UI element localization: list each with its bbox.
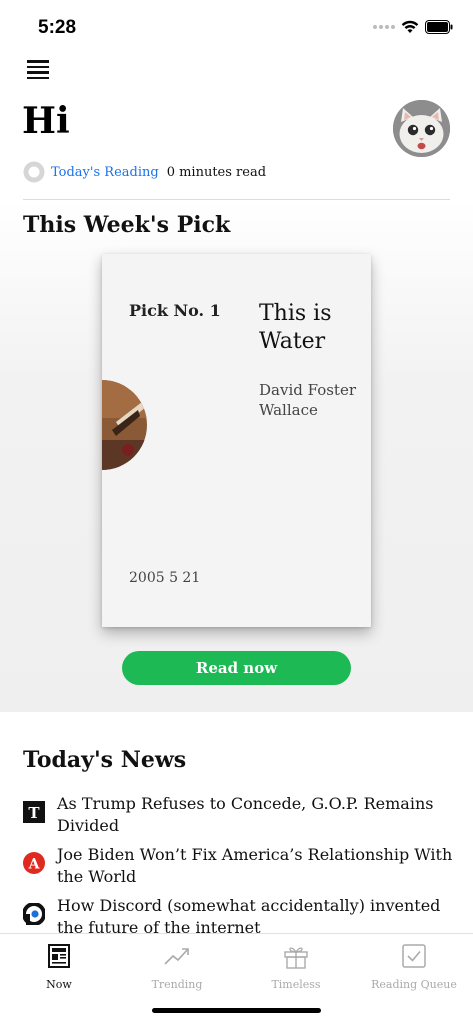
gift-icon xyxy=(284,947,308,969)
nyt-logo-icon: T xyxy=(23,801,45,823)
weekly-pick-title: This Week's Pick xyxy=(23,212,231,238)
avatar[interactable] xyxy=(393,100,450,157)
todays-reading-link[interactable]: Today's Reading xyxy=(51,165,159,180)
atlantic-logo-icon: A xyxy=(23,852,45,874)
wifi-icon xyxy=(401,20,419,33)
reading-progress-ring-icon xyxy=(23,161,45,183)
svg-text:T: T xyxy=(28,804,40,822)
status-time: 5:28 xyxy=(38,17,77,38)
news-item[interactable]: T As Trump Refuses to Concede, G.O.P. Re… xyxy=(23,793,473,837)
book-card[interactable]: Pick No. 1 This is Water David Foster Wa… xyxy=(102,254,371,627)
newspaper-icon xyxy=(48,944,70,968)
tab-now[interactable]: Now xyxy=(14,942,104,992)
book-date: 2005 5 21 xyxy=(129,570,201,586)
news-list: T As Trump Refuses to Concede, G.O.P. Re… xyxy=(23,793,473,933)
reading-progress-row: Today's Reading 0 minutes read xyxy=(23,161,266,183)
tab-label: Timeless xyxy=(271,978,321,991)
book-author: David Foster Wallace xyxy=(259,381,357,419)
tab-trending[interactable]: Trending xyxy=(132,942,222,992)
tab-reading-queue[interactable]: Reading Queue xyxy=(369,942,459,992)
battery-icon xyxy=(425,20,453,34)
cellular-signal-icon xyxy=(373,25,395,29)
news-headline: As Trump Refuses to Concede, G.O.P. Rema… xyxy=(57,794,434,835)
p-logo-icon xyxy=(23,903,45,925)
trending-icon xyxy=(164,948,189,965)
read-now-button[interactable]: Read now xyxy=(122,651,351,685)
cat-avatar-icon xyxy=(393,100,450,157)
status-icons xyxy=(373,20,453,34)
status-bar: 5:28 xyxy=(0,0,473,56)
tab-label: Trending xyxy=(151,978,203,991)
news-item[interactable]: How Discord (somewhat accidentally) inve… xyxy=(23,895,473,933)
menu-icon[interactable] xyxy=(27,60,49,79)
tab-timeless[interactable]: Timeless xyxy=(251,942,341,992)
greeting-title: Hi xyxy=(22,100,70,142)
news-headline: Joe Biden Won’t Fix America’s Relationsh… xyxy=(57,845,453,886)
book-title: This is Water xyxy=(259,301,332,354)
news-item[interactable]: A Joe Biden Won’t Fix America’s Relation… xyxy=(23,844,473,888)
svg-text:A: A xyxy=(28,857,41,873)
tab-label: Reading Queue xyxy=(371,978,457,991)
news-headline: How Discord (somewhat accidentally) inve… xyxy=(57,896,441,933)
minutes-read-text: 0 minutes read xyxy=(166,164,267,180)
home-indicator[interactable] xyxy=(152,1008,321,1013)
book-cover-art xyxy=(102,380,147,470)
pick-number: Pick No. 1 xyxy=(129,301,221,320)
tab-label: Now xyxy=(46,978,72,991)
todays-news-title: Today's News xyxy=(23,747,187,773)
checkbox-icon xyxy=(402,944,426,968)
